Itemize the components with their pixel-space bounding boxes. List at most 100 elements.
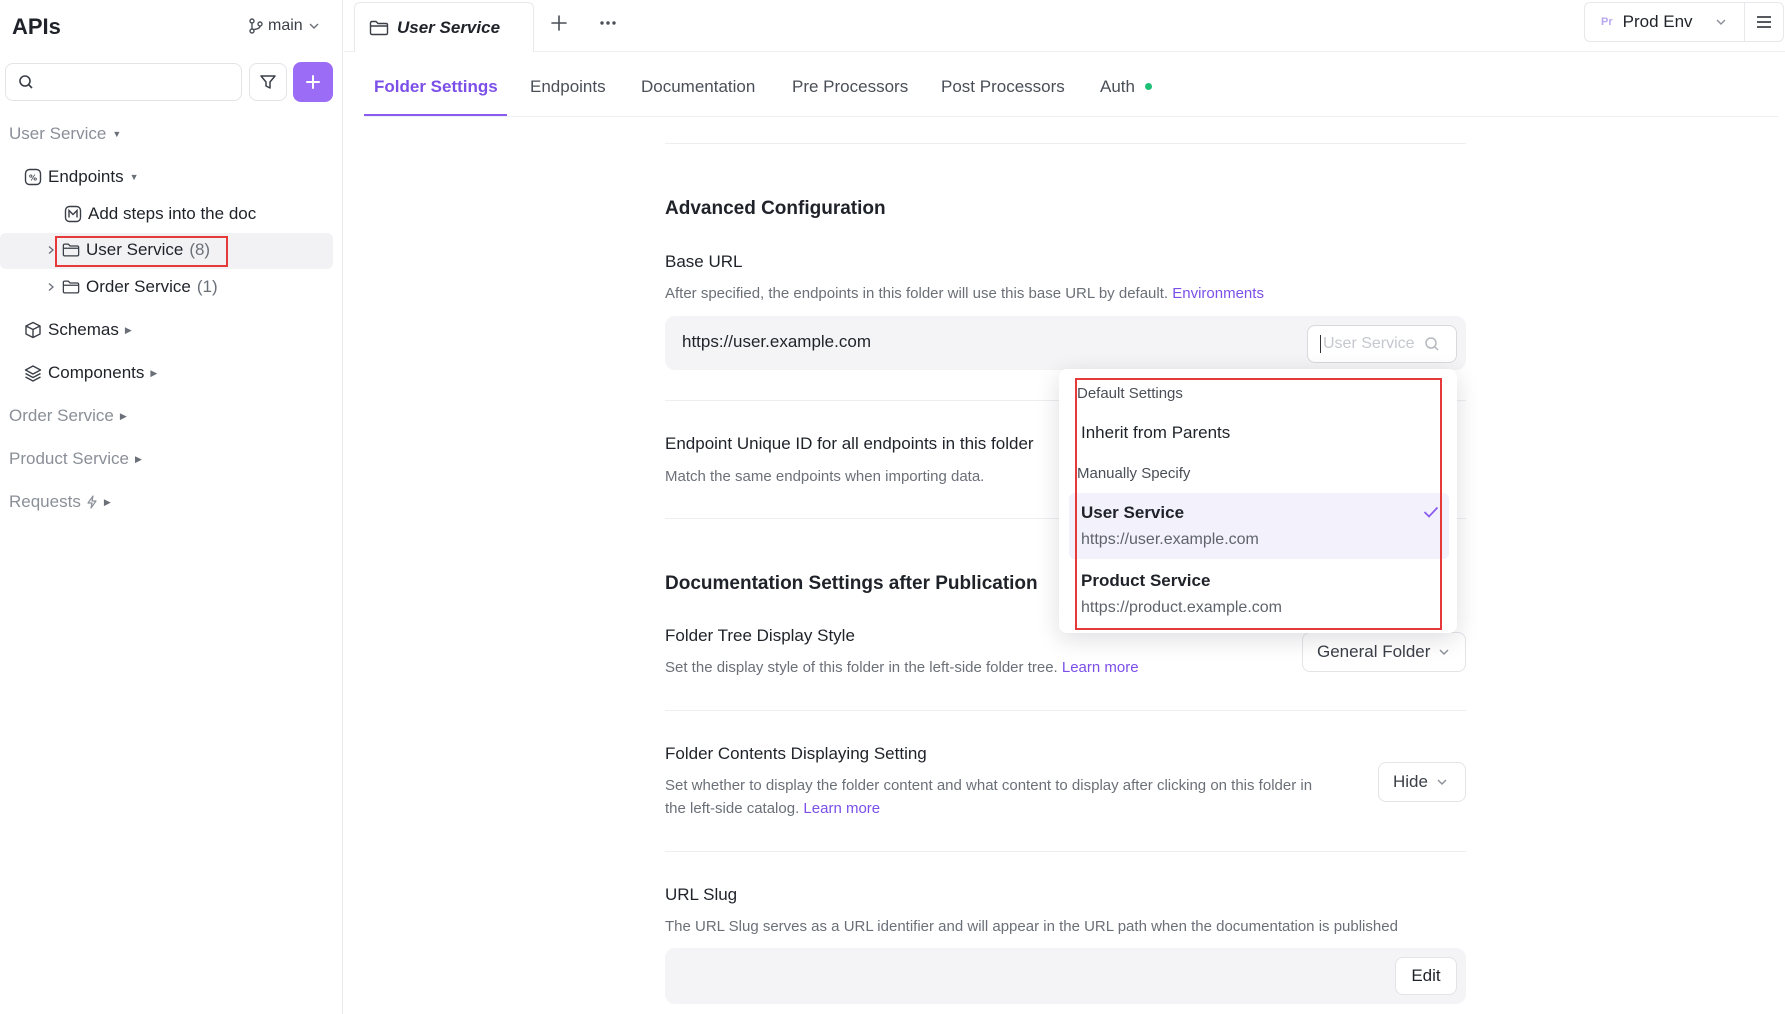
learn-more-link[interactable]: Learn more: [803, 800, 880, 817]
contents-select[interactable]: Hide: [1378, 762, 1466, 802]
chevron-down-icon: [1437, 779, 1447, 785]
env-badge: Pr: [1601, 16, 1613, 28]
tree-style-value: General Folder: [1317, 642, 1431, 661]
contents-desc-text: the left-side catalog.: [665, 800, 800, 817]
section-tabs: Folder Settings Endpoints Documentation …: [364, 56, 1778, 117]
active-tab-underline: [364, 114, 507, 116]
sidebar-search[interactable]: [5, 63, 242, 101]
check-icon: [1423, 506, 1439, 518]
tree-group-label: Order Service: [9, 406, 114, 425]
svg-text:%: %: [29, 174, 37, 183]
tree-item-doc[interactable]: Add steps into the doc: [64, 197, 256, 231]
service-search[interactable]: [1307, 325, 1457, 363]
filter-icon: [260, 75, 276, 89]
branch-selector[interactable]: main: [249, 17, 320, 35]
more-icon: [600, 21, 616, 25]
tab-folder-settings[interactable]: Folder Settings: [374, 56, 498, 117]
environment-selector[interactable]: Pr Prod Env: [1584, 2, 1744, 42]
edit-slug-button[interactable]: Edit: [1395, 957, 1457, 995]
hamburger-icon: [1757, 16, 1771, 28]
layers-icon: [24, 364, 42, 382]
dropdown-option-user-service[interactable]: User Service https://user.example.com: [1069, 493, 1449, 559]
contents-setting-description: Set whether to display the folder conten…: [665, 774, 1385, 820]
tab-auth[interactable]: Auth: [1100, 56, 1152, 117]
tree-item-label: Components: [48, 363, 145, 382]
folder-icon: [62, 278, 80, 296]
contents-value: Hide: [1393, 772, 1428, 791]
folder-icon: [369, 20, 389, 35]
search-icon: [1425, 337, 1439, 351]
unique-id-label: Endpoint Unique ID for all endpoints in …: [665, 434, 1034, 453]
unique-id-description: Match the same endpoints when importing …: [665, 468, 985, 485]
tree-item-label: Endpoints: [48, 167, 124, 186]
markdown-icon: [64, 205, 82, 223]
caret-right-icon: ▶: [150, 367, 158, 378]
tree-style-label: Folder Tree Display Style: [665, 626, 855, 645]
tab-pre-processors[interactable]: Pre Processors: [792, 56, 908, 117]
tab-auth-label: Auth: [1100, 76, 1135, 96]
tree-style-desc-text: Set the display style of this folder in …: [665, 659, 1058, 676]
tree-item-endpoints[interactable]: % Endpoints ▼: [24, 160, 139, 194]
tree-item-label: User Service: [86, 240, 184, 259]
tree-item-schemas[interactable]: Schemas ▶: [24, 313, 132, 347]
tab-user-service[interactable]: User Service: [354, 2, 534, 52]
tree-group-order-service[interactable]: Order Service ▶: [9, 399, 127, 433]
chevron-right-icon[interactable]: [44, 280, 58, 294]
plus-icon: [551, 15, 567, 31]
chevron-right-icon[interactable]: [44, 243, 58, 257]
tree-style-description: Set the display style of this folder in …: [665, 656, 1139, 679]
plus-icon: [306, 75, 320, 89]
tree-group-requests[interactable]: Requests ▶: [9, 485, 111, 519]
base-url-label: Base URL: [665, 252, 743, 271]
url-slug-label: URL Slug: [665, 885, 738, 904]
caret-right-icon: ▶: [119, 410, 127, 421]
menu-button[interactable]: [1744, 2, 1784, 42]
service-search-input[interactable]: [1320, 335, 1420, 353]
tree-group-label: Requests: [9, 492, 81, 511]
learn-more-link[interactable]: Learn more: [1062, 659, 1139, 676]
add-button[interactable]: [293, 62, 333, 102]
base-url-description: After specified, the endpoints in this f…: [665, 282, 1264, 305]
tree-style-select[interactable]: General Folder: [1302, 632, 1466, 672]
dropdown-group-manual: Manually Specify: [1077, 465, 1191, 482]
chevron-down-icon: [1716, 19, 1726, 25]
branch-label: main: [268, 17, 303, 34]
tree-item-label: Schemas: [48, 320, 119, 339]
url-slug-description: The URL Slug serves as a URL identifier …: [665, 918, 1398, 935]
option-name: Product Service: [1081, 571, 1211, 590]
env-label: Prod Env: [1622, 12, 1693, 31]
endpoints-icon: %: [24, 168, 42, 186]
tree-item-user-service-folder[interactable]: User Service (8): [44, 233, 210, 267]
dropdown-option-product-service[interactable]: Product Service https://product.example.…: [1069, 561, 1449, 627]
filter-button[interactable]: [249, 63, 287, 101]
tree-item-components[interactable]: Components ▶: [24, 356, 157, 390]
tree-group-label: User Service: [9, 124, 107, 143]
tree-item-count: (8): [189, 240, 211, 259]
caret-down-icon: ▼: [112, 129, 122, 139]
tab-post-processors[interactable]: Post Processors: [941, 56, 1065, 117]
base-url-field[interactable]: https://user.example.com: [665, 316, 1466, 370]
tree-group-user-service[interactable]: User Service ▼: [9, 117, 121, 151]
caret-right-icon: ▶: [124, 324, 132, 335]
caret-right-icon: ▶: [103, 496, 111, 507]
tab-endpoints[interactable]: Endpoints: [530, 56, 606, 117]
new-tab-button[interactable]: [550, 13, 568, 37]
tree-group-label: Product Service: [9, 449, 129, 468]
folder-icon: [62, 241, 80, 259]
base-url-value: https://user.example.com: [682, 332, 871, 351]
contents-setting-label: Folder Contents Displaying Setting: [665, 744, 927, 763]
service-dropdown: Default Settings Inherit from Parents Ma…: [1059, 369, 1457, 633]
divider: [665, 143, 1466, 144]
caret-right-icon: ▶: [135, 453, 142, 464]
more-tabs-button[interactable]: [598, 12, 618, 38]
tree-group-product-service[interactable]: Product Service ▶: [9, 442, 142, 476]
base-url-desc-text: After specified, the endpoints in this f…: [665, 285, 1169, 302]
dropdown-item-inherit[interactable]: Inherit from Parents: [1081, 423, 1230, 443]
tab-documentation[interactable]: Documentation: [641, 56, 755, 117]
environments-link[interactable]: Environments: [1172, 285, 1264, 302]
tree-item-label: Order Service: [86, 277, 191, 296]
tree-item-count: (1): [196, 277, 218, 296]
branch-icon: [249, 18, 263, 34]
search-input[interactable]: [40, 73, 230, 91]
tree-item-order-service-folder[interactable]: Order Service (1): [44, 270, 218, 304]
